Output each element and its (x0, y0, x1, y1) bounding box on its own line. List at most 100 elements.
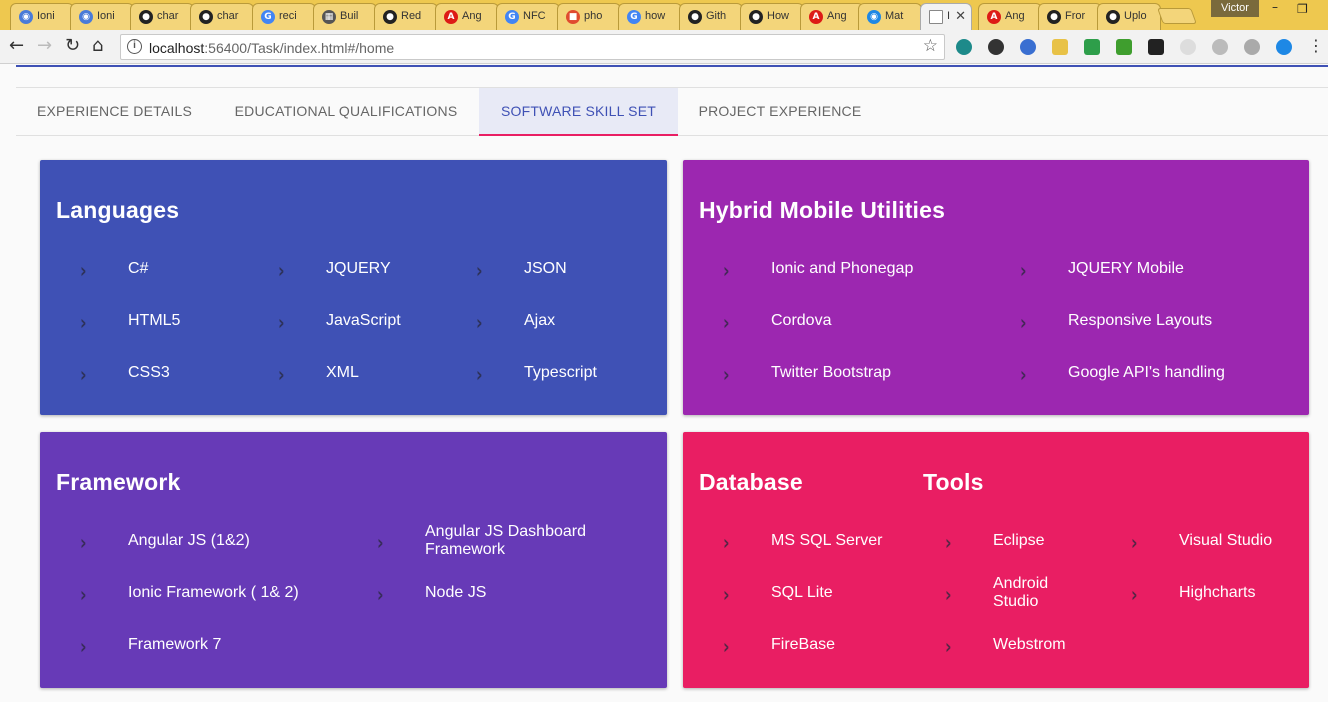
browser-tab[interactable]: ◉ Ioni (70, 3, 134, 30)
chevron-right-icon: › (723, 634, 730, 659)
browser-toolbar: ← → ↻ ⌂ i localhost:56400/Task/index.htm… (0, 30, 1328, 64)
browser-tab[interactable]: ◉ Mat (858, 3, 922, 30)
angular-icon: A (444, 10, 458, 24)
minimize-icon[interactable]: – (1272, 0, 1278, 14)
chevron-right-icon: › (723, 582, 730, 607)
browser-tab[interactable]: G NFC (496, 3, 560, 30)
chevron-right-icon: › (1020, 258, 1027, 283)
document-icon (929, 10, 943, 24)
skill-item: Node JS (425, 584, 487, 601)
cors-extension-icon[interactable] (1116, 39, 1132, 55)
skill-item: Ionic Framework ( 1& 2) (128, 584, 299, 601)
header-accent-line (16, 65, 1328, 67)
tool-item: Highcharts (1179, 584, 1256, 601)
close-tab-icon[interactable]: ✕ (955, 8, 966, 24)
browser-tab-active[interactable]: I ✕ (920, 3, 972, 30)
card-title: Framework (56, 469, 181, 495)
database-tools-card: Database Tools › MS SQL Server › SQL Lit… (683, 432, 1309, 688)
chevron-right-icon: › (1131, 582, 1138, 607)
tab-educational-qualifications[interactable]: EDUCATIONAL QUALIFICATIONS (213, 88, 479, 135)
extension-icon[interactable] (956, 39, 972, 55)
bookmark-star-icon[interactable]: ☆ (923, 36, 938, 56)
browser-tab[interactable]: ■ pho (557, 3, 621, 30)
profile-badge[interactable]: Victor (1211, 0, 1259, 17)
github-icon: ● (139, 10, 153, 24)
tab-experience-details[interactable]: EXPERIENCE DETAILS (16, 88, 213, 135)
new-tab-button[interactable] (1157, 8, 1197, 24)
skill-item: JSON (524, 260, 567, 277)
film-icon[interactable] (1148, 39, 1164, 55)
skill-item: Angular JS Dashboard Framework (425, 523, 586, 558)
section-tabs: EXPERIENCE DETAILS EDUCATIONAL QUALIFICA… (16, 87, 1328, 136)
chevron-right-icon: › (723, 258, 730, 283)
database-title: Database (699, 469, 803, 495)
skill-item: Ionic and Phonegap (771, 260, 914, 277)
skill-item: Cordova (771, 312, 832, 329)
tool-item: Webstrom (993, 636, 1066, 653)
edge-icon[interactable] (1276, 39, 1292, 55)
url-text[interactable]: localhost:56400/Task/index.html#/home (149, 40, 394, 56)
menu-icon[interactable]: ⋮ (1308, 36, 1324, 56)
chevron-right-icon: › (377, 530, 384, 555)
browser-tab[interactable]: A Ang (800, 3, 864, 30)
css-extension-icon[interactable] (1052, 39, 1068, 55)
card-title: Hybrid Mobile Utilities (699, 197, 946, 223)
browser-tab[interactable]: ● Red (374, 3, 438, 30)
browser-tab[interactable]: Greci (252, 3, 316, 30)
reload-icon[interactable]: ↻ (65, 36, 80, 56)
browser-tab[interactable]: ● Uplo (1097, 3, 1161, 30)
chevron-right-icon: › (278, 310, 285, 335)
extension-icon[interactable] (1084, 39, 1100, 55)
tab-software-skill-set[interactable]: SOFTWARE SKILL SET (479, 88, 678, 136)
info-icon[interactable]: i (127, 39, 142, 54)
github-icon: ● (1047, 10, 1061, 24)
tab-project-experience[interactable]: PROJECT EXPERIENCE (678, 88, 882, 135)
github-icon: ● (749, 10, 763, 24)
skill-item: Typescript (524, 364, 597, 381)
browser-tab-strip: ◉ Ioni ◉ Ioni ● char ● char Greci ▦ Buil ● Red… (0, 0, 1328, 30)
back-icon[interactable]: ← (9, 36, 24, 56)
browser-tab[interactable]: ● char (130, 3, 194, 30)
chevron-right-icon: › (1020, 362, 1027, 387)
skill-item: Twitter Bootstrap (771, 364, 892, 381)
material-icon: ◉ (867, 10, 881, 24)
chevron-right-icon: › (278, 362, 285, 387)
hybrid-mobile-card: Hybrid Mobile Utilities › Ionic and Phon… (683, 160, 1309, 415)
chevron-right-icon: › (476, 310, 483, 335)
angular-extension-icon[interactable] (1244, 39, 1260, 55)
chevron-right-icon: › (278, 258, 285, 283)
gear-icon[interactable] (988, 39, 1004, 55)
address-bar[interactable]: i localhost:56400/Task/index.html#/home … (120, 34, 945, 60)
google-icon: G (505, 10, 519, 24)
tab-ink-bar (479, 134, 678, 136)
skill-item: CSS3 (128, 364, 170, 381)
forward-icon[interactable]: → (37, 36, 52, 56)
skill-item: JavaScript (326, 312, 401, 329)
browser-tab[interactable]: ● Fror (1038, 3, 1102, 30)
database-item: MS SQL Server (771, 532, 883, 549)
chevron-right-icon: › (723, 530, 730, 555)
chevron-right-icon: › (723, 310, 730, 335)
tool-item: Android Studio (993, 575, 1049, 610)
browser-tab[interactable]: ● Gith (679, 3, 743, 30)
extension-icon[interactable] (1180, 39, 1196, 55)
browser-tab[interactable]: ● How (740, 3, 804, 30)
skill-item: Ajax (524, 312, 556, 329)
globe-icon[interactable] (1020, 39, 1036, 55)
skill-item: Angular JS (1&2) (128, 532, 250, 549)
skill-item: XML (326, 364, 359, 381)
browser-tab[interactable]: A Ang (435, 3, 499, 30)
maximize-icon[interactable]: ❐ (1297, 2, 1308, 16)
browser-tab[interactable]: A Ang (978, 3, 1042, 30)
home-icon[interactable]: ⌂ (92, 36, 103, 56)
browser-tab[interactable]: Ghow (618, 3, 682, 30)
browser-tab[interactable]: ◉ Ioni (10, 3, 74, 30)
extension-icon[interactable] (1212, 39, 1228, 55)
skill-item: Google API's handling (1068, 364, 1225, 381)
browser-tab[interactable]: ▦ Buil (313, 3, 377, 30)
skill-item: Framework 7 (128, 636, 222, 653)
browser-tab[interactable]: ● char (190, 3, 254, 30)
angular-icon: A (987, 10, 1001, 24)
github-icon: ● (199, 10, 213, 24)
chevron-right-icon: › (1020, 310, 1027, 335)
